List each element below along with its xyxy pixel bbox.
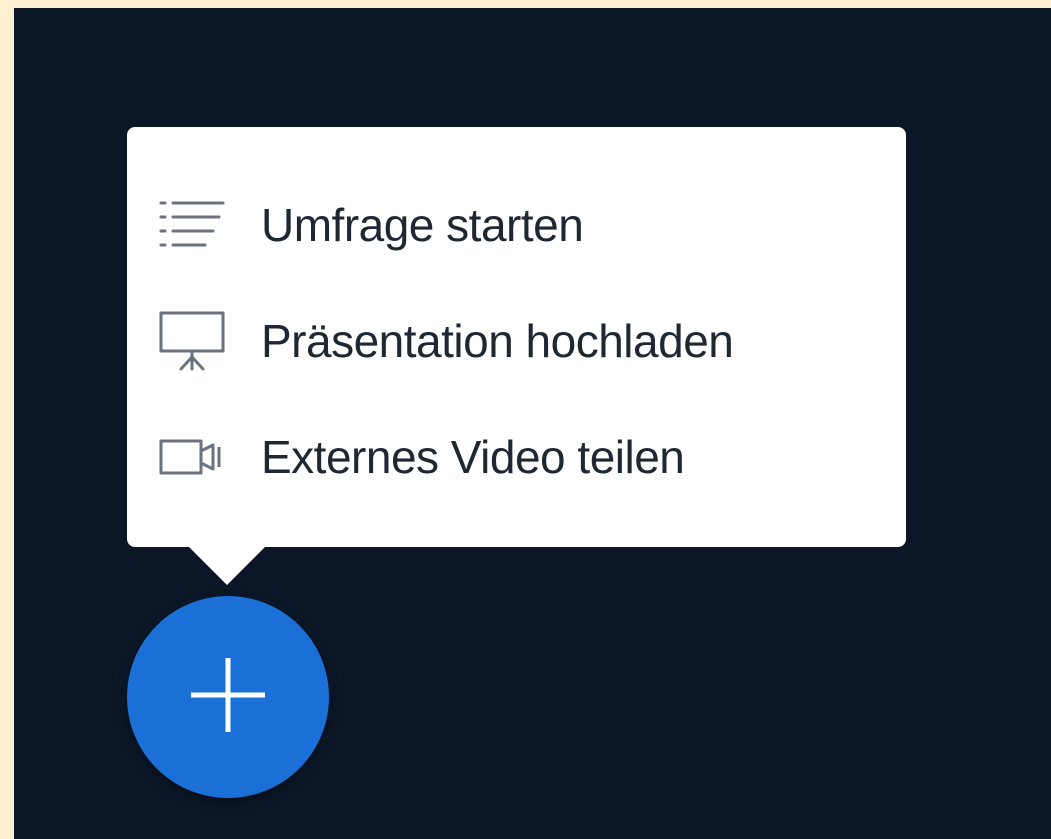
- presentation-screen-icon: [157, 311, 229, 371]
- poll-list-icon: [157, 197, 229, 253]
- menu-item-label: Externes Video teilen: [261, 431, 685, 483]
- actions-fab-button[interactable]: [127, 596, 329, 798]
- menu-item-label: Umfrage starten: [261, 199, 584, 251]
- menu-caret: [187, 545, 267, 585]
- video-camera-icon: [157, 429, 229, 485]
- menu-item-label: Präsentation hochladen: [261, 315, 734, 367]
- menu-item-upload-presentation[interactable]: Präsentation hochladen: [157, 301, 734, 381]
- plus-icon: [183, 650, 273, 745]
- menu-item-share-external-video[interactable]: Externes Video teilen: [157, 417, 685, 497]
- actions-menu: Umfrage starten Präsentation hochladen E…: [127, 127, 906, 547]
- menu-item-start-poll[interactable]: Umfrage starten: [157, 185, 584, 265]
